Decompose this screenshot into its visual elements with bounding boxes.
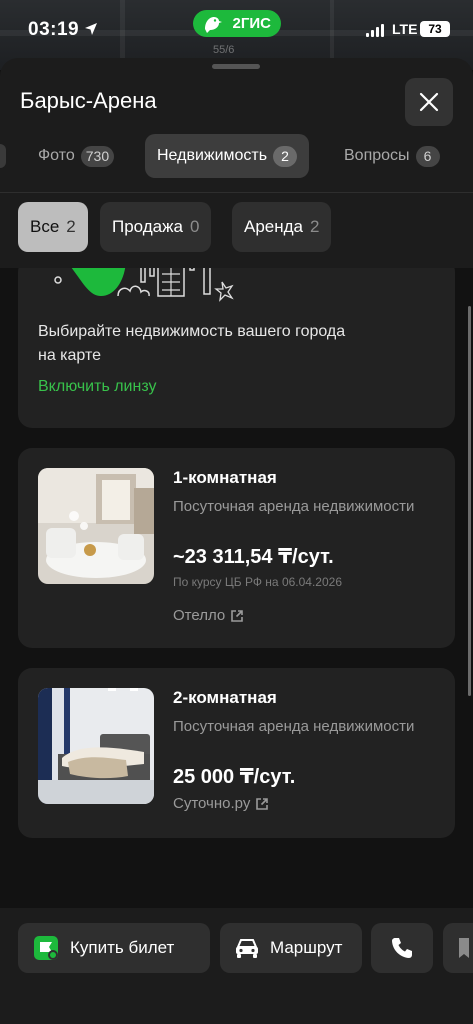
- close-button[interactable]: [405, 78, 453, 126]
- filter-count: 2: [310, 217, 320, 236]
- listing-title: 1-комнатная: [173, 468, 277, 487]
- filter-all[interactable]: Все 2: [18, 202, 88, 252]
- 2gis-logo[interactable]: 2ГИС: [193, 10, 281, 37]
- listing-card[interactable]: 1-комнатная Посуточная аренда недвижимос…: [18, 448, 455, 648]
- bird-icon: [205, 17, 222, 33]
- external-link-icon: [256, 797, 269, 810]
- clock: 03:19: [28, 19, 80, 40]
- filter-rent[interactable]: Аренда 2: [232, 202, 332, 252]
- filter-sale[interactable]: Продажа 0: [100, 202, 212, 252]
- call-button[interactable]: [371, 923, 433, 973]
- filter-label: Продажа: [112, 217, 183, 236]
- more-actions-button-partial[interactable]: [443, 923, 473, 973]
- listing-photo: [38, 688, 154, 804]
- source-name: Суточно.ру: [173, 795, 251, 812]
- tab-real-estate[interactable]: Недвижимость 2: [145, 134, 310, 178]
- listing-price: 25 000 ₸/сут.: [173, 766, 296, 788]
- tab-label: Вопросы: [344, 147, 410, 164]
- source-name: Отелло: [173, 607, 226, 624]
- scrollbar[interactable]: [468, 306, 471, 696]
- brand-name: 2ГИС: [232, 15, 271, 32]
- signal-icon: [366, 24, 384, 37]
- close-icon: [419, 92, 439, 112]
- tab-questions[interactable]: Вопросы 6: [344, 134, 440, 178]
- battery-indicator: 73: [420, 21, 450, 37]
- filter-chips: Все 2 Продажа 0 Аренда 2: [0, 202, 473, 252]
- page-title: Барыс-Арена: [20, 88, 157, 113]
- exchange-rate-note: По курсу ЦБ РФ на 06.04.2026: [173, 575, 342, 589]
- lens-promo-card: Выбирайте недвижимость вашего города на …: [18, 268, 455, 428]
- tab-count: 730: [80, 145, 115, 167]
- section-tabs: Фото 730 Недвижимость 2 Вопросы 6: [0, 134, 473, 178]
- location-arrow-icon: [85, 23, 97, 35]
- buy-ticket-button[interactable]: Купить билет: [18, 923, 210, 973]
- tab-count: 6: [415, 145, 440, 167]
- promo-text: Выбирайте недвижимость вашего города на …: [38, 323, 346, 364]
- ticket-icon: [34, 936, 58, 960]
- action-bar: Купить билет Маршрут: [0, 913, 473, 1024]
- city-illustration-icon: [54, 268, 234, 302]
- route-label: Маршрут: [270, 938, 343, 957]
- tab-photos[interactable]: Фото 730: [38, 134, 115, 178]
- divider: [0, 192, 473, 193]
- results-list[interactable]: Выбирайте недвижимость вашего города на …: [0, 268, 473, 908]
- listing-title: 2-комнатная: [173, 688, 277, 707]
- tab-label: Фото: [38, 147, 75, 164]
- listing-description: Посуточная аренда недвижимости: [173, 498, 415, 515]
- listing-description: Посуточная аренда недвижимости: [173, 718, 415, 735]
- filter-count: 0: [189, 217, 200, 236]
- phone-icon: [392, 938, 412, 958]
- status-bar: 03:19 2ГИС LTE 73: [0, 0, 473, 60]
- buy-ticket-label: Купить билет: [70, 938, 175, 957]
- enable-lens-link[interactable]: Включить линзу: [38, 378, 156, 396]
- bookmark-icon: [459, 938, 469, 958]
- tab-label: Недвижимость: [157, 147, 268, 164]
- filter-label: Все: [30, 217, 60, 236]
- external-link-icon: [231, 609, 244, 622]
- filter-count: 2: [66, 217, 76, 236]
- place-card-sheet: Барыс-Арена Фото 730 Недвижимость 2 Вопр…: [0, 58, 473, 1024]
- filter-label: Аренда: [244, 217, 304, 236]
- listing-price: ~23 311,54 ₸/сут.: [173, 546, 334, 568]
- tab-count: 2: [273, 145, 298, 167]
- listing-source-link[interactable]: Суточно.ру: [173, 795, 269, 812]
- car-icon: [236, 939, 258, 958]
- listing-photo: [38, 468, 154, 584]
- listing-source-link[interactable]: Отелло: [173, 607, 244, 624]
- drag-handle[interactable]: [212, 64, 260, 69]
- listing-card[interactable]: 2-комнатная Посуточная аренда недвижимос…: [18, 668, 455, 838]
- network-type: LTE: [392, 21, 418, 37]
- route-button[interactable]: Маршрут: [220, 923, 362, 973]
